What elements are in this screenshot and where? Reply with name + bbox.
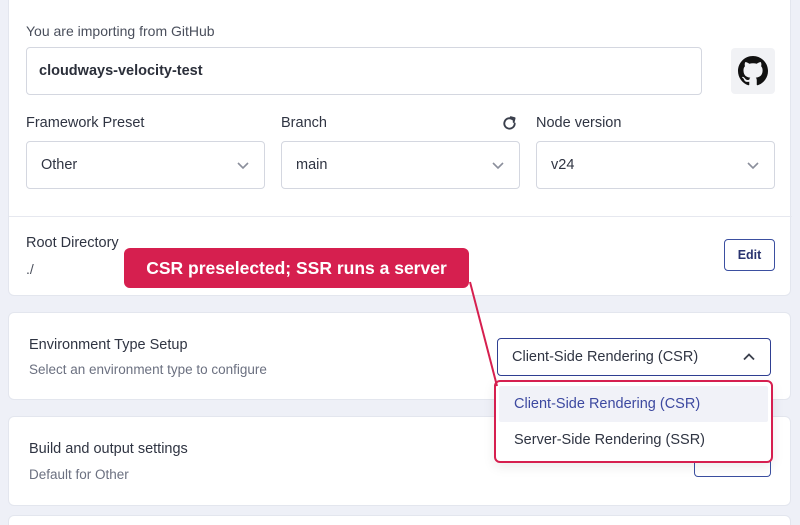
chevron-down-icon bbox=[492, 162, 504, 170]
environment-type-title: Environment Type Setup bbox=[29, 337, 188, 353]
framework-preset-select[interactable]: Other bbox=[26, 141, 265, 189]
option-ssr[interactable]: Server-Side Rendering (SSR) bbox=[499, 422, 768, 458]
option-csr[interactable]: Client-Side Rendering (CSR) bbox=[499, 386, 768, 422]
chevron-down-icon bbox=[237, 162, 249, 170]
node-version-label: Node version bbox=[536, 115, 622, 131]
build-settings-title: Build and output settings bbox=[29, 441, 188, 457]
node-version-value: v24 bbox=[551, 157, 575, 173]
branch-value: main bbox=[296, 157, 328, 173]
branch-select[interactable]: main bbox=[281, 141, 520, 189]
branch-label: Branch bbox=[281, 115, 327, 131]
node-version-select[interactable]: v24 bbox=[536, 141, 775, 189]
repository-name-input[interactable]: cloudways-velocity-test bbox=[26, 47, 702, 95]
chevron-up-icon bbox=[743, 353, 755, 361]
root-directory-title: Root Directory bbox=[26, 235, 119, 251]
framework-preset-label: Framework Preset bbox=[26, 115, 145, 131]
environment-type-select[interactable]: Client-Side Rendering (CSR) bbox=[497, 338, 771, 376]
annotation-callout: CSR preselected; SSR runs a server bbox=[124, 248, 469, 288]
chevron-down-icon bbox=[747, 162, 759, 170]
environment-type-selected: Client-Side Rendering (CSR) bbox=[512, 349, 699, 365]
build-settings-subtitle: Default for Other bbox=[29, 467, 129, 482]
environment-type-dropdown: Client-Side Rendering (CSR) Server-Side … bbox=[494, 380, 773, 463]
refresh-icon[interactable] bbox=[501, 115, 518, 137]
import-source-label: You are importing from GitHub bbox=[26, 23, 215, 39]
repository-name-value: cloudways-velocity-test bbox=[39, 63, 203, 79]
section-divider bbox=[9, 216, 792, 217]
edit-root-directory-button[interactable]: Edit bbox=[724, 239, 775, 271]
root-directory-value: ./ bbox=[26, 261, 34, 277]
github-icon bbox=[731, 48, 775, 94]
environment-type-subtitle: Select an environment type to configure bbox=[29, 362, 267, 377]
next-section-card bbox=[8, 515, 791, 525]
framework-preset-value: Other bbox=[41, 157, 78, 173]
